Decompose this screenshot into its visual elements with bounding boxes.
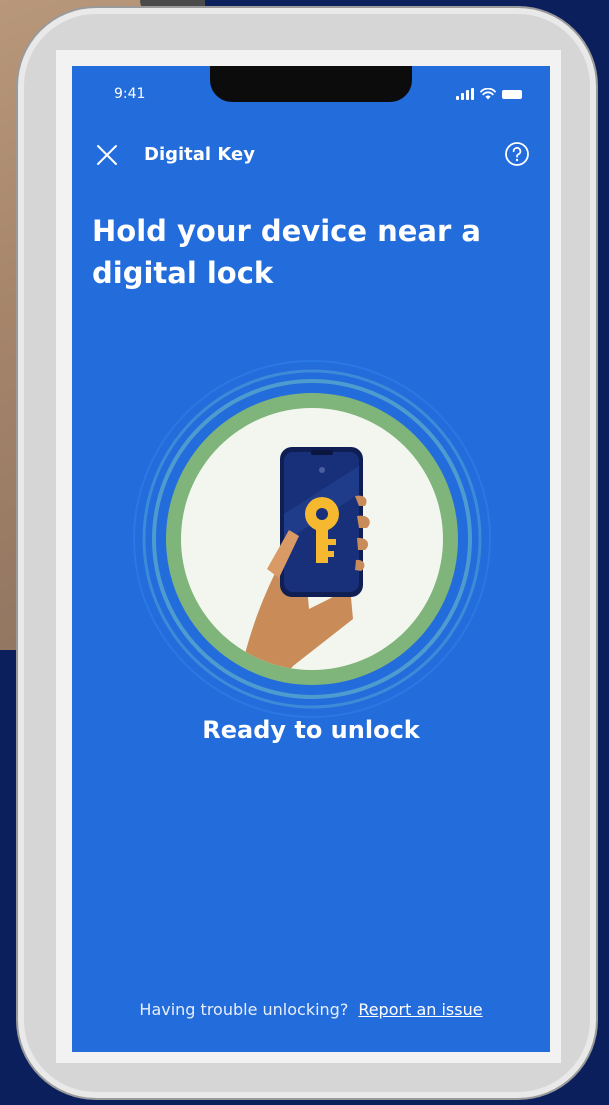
signal-icon [456,88,474,100]
header-title: Digital Key [144,144,255,165]
status-time: 9:41 [114,86,146,102]
trouble-prompt: Having trouble unlocking? [139,1000,349,1019]
page-headline: Hold your device near a digital lock [92,214,481,290]
unlock-status: Ready to unlock [202,716,420,744]
status-icons [456,86,522,100]
wifi-icon [480,88,496,100]
hand-holding-phone-key-icon [133,360,491,718]
close-icon[interactable] [94,142,120,168]
phone-notch [210,66,412,102]
report-issue-link[interactable]: Report an issue [358,1000,482,1019]
help-icon[interactable] [504,141,530,167]
footer: Having trouble unlocking? Report an issue [72,1000,550,1019]
app-screen: 9:41 Digital Key Hold your device near a… [72,66,550,1052]
battery-icon [502,90,522,99]
